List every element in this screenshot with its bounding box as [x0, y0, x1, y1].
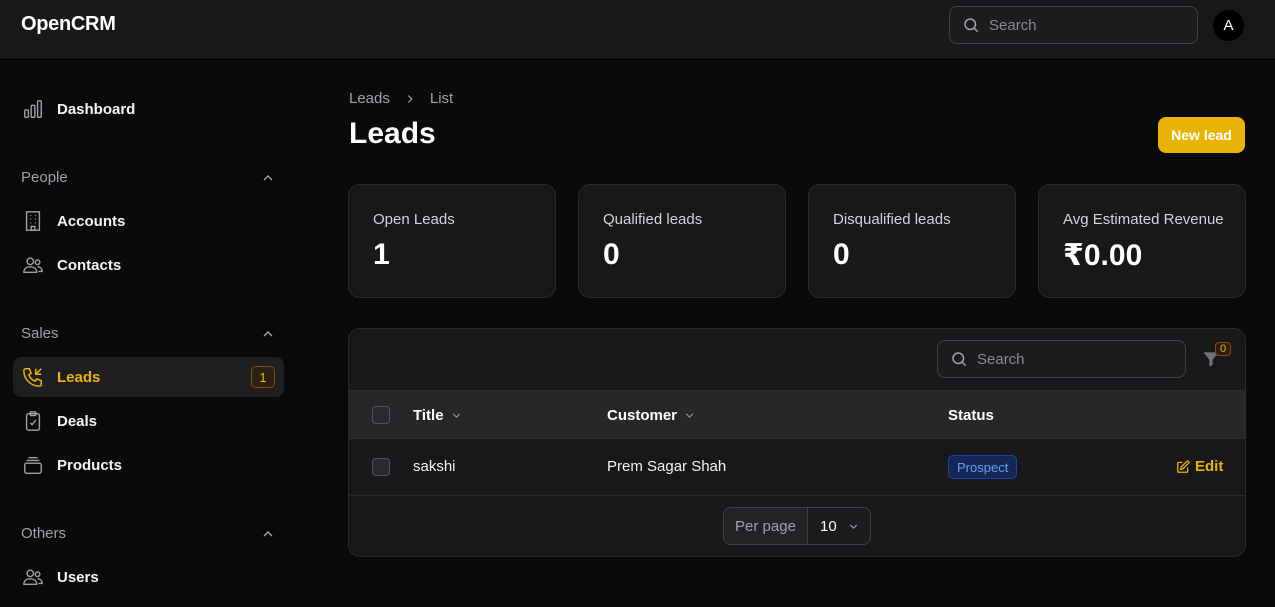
filter-count-badge: 0: [1215, 342, 1231, 356]
phone-incoming-icon: [23, 368, 42, 387]
table-row[interactable]: sakshi Prem Sagar Shah Prospect Edit: [349, 439, 1245, 496]
chevron-down-icon: [452, 413, 460, 418]
clipboard-check-icon: [25, 411, 41, 431]
table-header: Title Customer Status: [349, 390, 1245, 439]
archive-stack-icon: [24, 456, 42, 474]
page-title: Leads: [349, 117, 436, 150]
breadcrumb: Leads List: [349, 90, 453, 107]
cell-title: sakshi: [413, 458, 456, 475]
search-icon: [964, 18, 979, 33]
sidebar-item-label: Accounts: [57, 212, 126, 230]
stat-label: Open Leads: [373, 211, 455, 228]
breadcrumb-current: List: [429, 90, 454, 107]
edit-icon: [1177, 459, 1190, 473]
search-icon: [952, 352, 967, 367]
group-sales[interactable]: Sales: [21, 325, 276, 342]
sidebar-item-label: Products: [57, 456, 123, 474]
stat-card-avg-revenue: Avg Estimated Revenue ₹0.00: [1038, 184, 1246, 298]
top-bar: OpenCRM A: [0, 0, 1275, 58]
sidebar-item-contacts[interactable]: Contacts: [13, 245, 284, 285]
stat-label: Avg Estimated Revenue: [1063, 211, 1224, 228]
sidebar-item-label: Contacts: [57, 256, 122, 274]
sidebar-item-leads[interactable]: Leads 1: [13, 357, 284, 397]
status-badge: Prospect: [948, 455, 1018, 479]
group-others[interactable]: Others: [21, 525, 276, 542]
table-search[interactable]: [937, 340, 1186, 378]
stat-value: 0: [833, 238, 850, 271]
stat-label: Disqualified leads: [833, 211, 951, 228]
column-customer[interactable]: Customer: [607, 407, 696, 424]
sidebar-item-accounts[interactable]: Accounts: [13, 201, 284, 241]
global-search[interactable]: [949, 6, 1198, 44]
table-search-input[interactable]: [977, 350, 1157, 368]
per-page-value[interactable]: 10: [808, 508, 870, 544]
row-checkbox[interactable]: [372, 458, 390, 476]
per-page-label: Per page: [724, 508, 808, 544]
column-title[interactable]: Title: [413, 407, 463, 424]
leads-count-badge: 1: [251, 366, 275, 388]
cell-customer: Prem Sagar Shah: [607, 458, 727, 475]
column-status: Status: [948, 407, 994, 424]
sidebar-item-dashboard[interactable]: Dashboard: [13, 89, 284, 129]
sidebar-item-label: Leads: [57, 368, 101, 386]
stat-value: 0: [603, 238, 620, 271]
edit-button[interactable]: Edit: [1176, 458, 1223, 475]
chevron-down-icon: [685, 413, 694, 418]
breadcrumb-leads-link[interactable]: Leads: [349, 90, 390, 107]
select-all-checkbox[interactable]: [372, 406, 390, 424]
sidebar-item-label: Dashboard: [57, 100, 136, 118]
stat-value: ₹0.00: [1063, 239, 1143, 272]
group-people[interactable]: People: [21, 169, 276, 186]
building-icon: [25, 211, 41, 231]
users-icon: [23, 257, 43, 274]
stat-label: Qualified leads: [603, 211, 703, 228]
chevron-right-icon: [407, 94, 413, 103]
stat-card-open-leads: Open Leads 1: [348, 184, 556, 298]
bar-chart-icon: [24, 100, 42, 118]
chevron-up-icon: [263, 175, 273, 181]
sidebar-item-products[interactable]: Products: [13, 445, 284, 485]
chevron-up-icon: [263, 531, 273, 537]
chevron-down-icon: [849, 523, 857, 529]
sidebar-item-deals[interactable]: Deals: [13, 401, 284, 441]
stat-card-qualified-leads: Qualified leads 0: [578, 184, 786, 298]
sidebar: Dashboard People Accounts Contacts Sales…: [0, 58, 300, 607]
sidebar-item-label: Users: [57, 568, 99, 586]
brand-logo[interactable]: OpenCRM: [21, 13, 116, 36]
user-avatar[interactable]: A: [1213, 10, 1244, 41]
users-icon: [23, 569, 43, 586]
chevron-up-icon: [263, 331, 273, 337]
per-page-select[interactable]: Per page 10: [723, 507, 871, 545]
leads-table: 0 Title Customer Status sakshi Prem Saga…: [348, 328, 1246, 557]
sidebar-item-label: Deals: [57, 412, 98, 430]
stat-card-disqualified-leads: Disqualified leads 0: [808, 184, 1016, 298]
sidebar-item-users[interactable]: Users: [13, 557, 284, 597]
new-lead-button[interactable]: New lead: [1158, 117, 1245, 153]
stat-value: 1: [373, 238, 390, 271]
global-search-input[interactable]: [989, 16, 1169, 34]
